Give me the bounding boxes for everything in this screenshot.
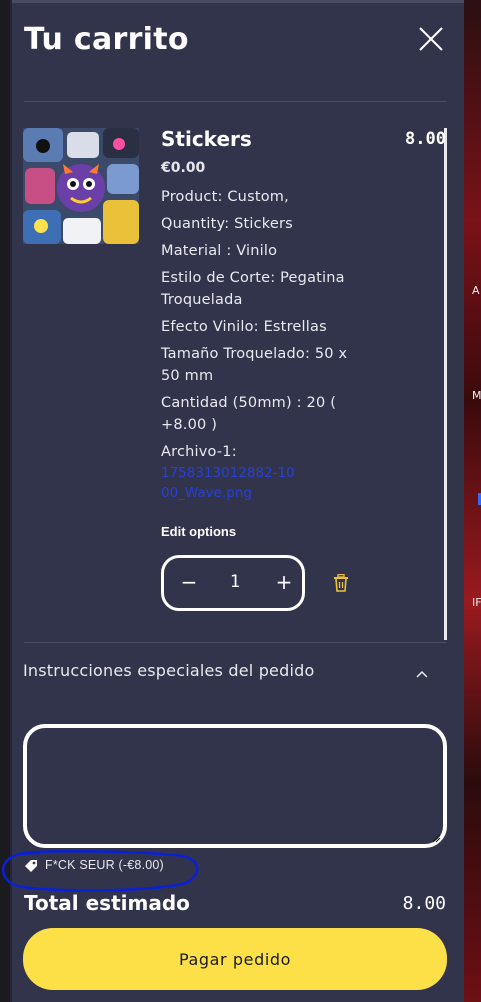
close-button[interactable] — [416, 24, 446, 54]
item-line-total: 8.00 — [405, 129, 446, 149]
backdrop-text: IF — [472, 596, 481, 609]
hand-drawn-circle-annotation — [2, 850, 199, 892]
backdrop-text: A — [472, 284, 480, 297]
close-icon — [419, 27, 443, 51]
total-value: 8.00 — [402, 893, 446, 914]
special-instructions-label[interactable]: Instrucciones especiales del pedido — [23, 661, 314, 680]
remove-item-button[interactable] — [333, 573, 349, 592]
quantity-input[interactable]: 1 — [210, 570, 260, 594]
item-option: Estilo de Corte: Pegatina Troquelada — [161, 270, 345, 308]
resize-grip-icon[interactable] — [431, 833, 441, 843]
item-option: Material : Vinilo — [161, 243, 278, 259]
product-thumbnail[interactable] — [23, 128, 139, 244]
sticker-collage-image — [23, 128, 139, 244]
item-option: Product: Custom, — [161, 189, 289, 205]
item-option: Tamaño Troquelado: 50 x 50 mm — [161, 346, 348, 384]
trash-icon — [334, 573, 348, 592]
quantity-stepper: − 1 + — [161, 555, 305, 611]
chevron-up-icon — [416, 670, 428, 678]
uploaded-file-link[interactable]: 1758313012882-1000_Wave.png — [161, 463, 301, 503]
increase-quantity-button[interactable]: + — [272, 570, 296, 594]
item-name[interactable]: Stickers — [161, 127, 252, 151]
edit-options-link[interactable]: Edit options — [161, 524, 236, 539]
header-divider — [24, 101, 446, 102]
item-option: Quantity: Stickers — [161, 216, 293, 232]
checkout-button[interactable]: Pagar pedido — [23, 928, 447, 990]
cart-scrollbar[interactable] — [444, 128, 447, 640]
page-backdrop: A M IF — [462, 0, 481, 1002]
total-label: Total estimado — [24, 891, 190, 915]
cart-title: Tu carrito — [24, 22, 189, 57]
items-divider — [24, 642, 446, 643]
item-unit-price: €0.00 — [161, 160, 206, 176]
drawer-top-border — [10, 0, 464, 3]
item-option: Efecto Vinilo: Estrellas — [161, 319, 327, 335]
special-instructions-textarea[interactable] — [23, 724, 447, 848]
backdrop-text: M — [472, 389, 481, 402]
instructions-toggle[interactable] — [415, 664, 429, 678]
file-label: Archivo-1: — [161, 444, 237, 460]
item-option: Cantidad (50mm) : 20 ( +8.00 ) — [161, 395, 337, 433]
item-options: Product: Custom, Quantity: Stickers Mate… — [161, 186, 356, 503]
decrease-quantity-button[interactable]: − — [177, 570, 201, 594]
